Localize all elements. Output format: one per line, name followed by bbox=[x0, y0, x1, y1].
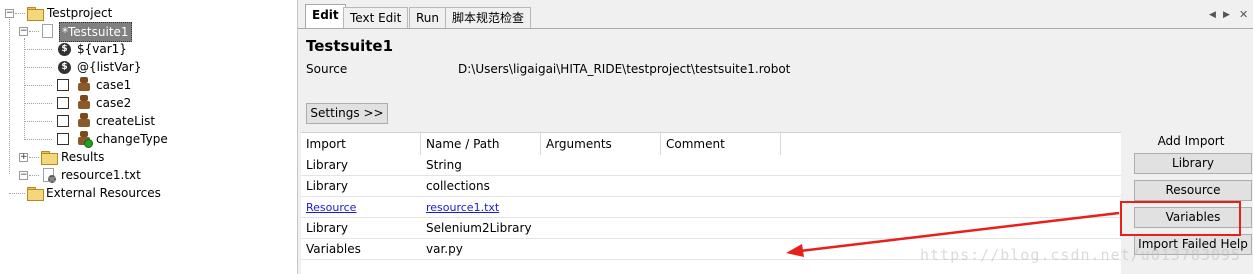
collapse-icon[interactable]: − bbox=[5, 9, 14, 18]
close-icon[interactable]: ✕ bbox=[1239, 8, 1248, 21]
tree-node-resource[interactable]: − resource1.txt bbox=[0, 166, 290, 184]
tree-item-label: changeType bbox=[96, 132, 168, 146]
watermark: https://blog.csdn.net/u013783095 bbox=[920, 246, 1241, 264]
suite-editor: Testsuite1 Source D:\Users\ligaigai\HITA… bbox=[298, 28, 1253, 274]
import-name-cell: var.py bbox=[426, 242, 463, 256]
folder-icon bbox=[41, 151, 58, 165]
tree-line bbox=[29, 175, 39, 176]
column-header: Name / Path bbox=[421, 133, 541, 155]
import-name-cell: collections bbox=[426, 179, 490, 193]
robot-icon bbox=[77, 113, 91, 128]
robot-icon bbox=[77, 95, 91, 110]
collapse-icon[interactable]: − bbox=[19, 27, 28, 36]
table-row[interactable]: Library collections bbox=[301, 176, 1121, 197]
tree-line bbox=[29, 157, 39, 158]
resource-file-icon bbox=[42, 168, 56, 183]
add-library-button[interactable]: Library bbox=[1134, 153, 1252, 174]
checkbox[interactable] bbox=[57, 97, 69, 109]
column-header: Import bbox=[301, 133, 421, 155]
collapse-icon[interactable]: − bbox=[19, 171, 28, 180]
import-type-cell: Library bbox=[306, 221, 348, 235]
import-name-cell: Selenium2Library bbox=[426, 221, 532, 235]
import-type-cell: Variables bbox=[306, 242, 361, 256]
variable-icon: $ bbox=[58, 43, 71, 56]
checkbox[interactable] bbox=[57, 79, 69, 91]
editor-pane: Edit Text Edit Run 脚本规范检查 ◀ ▶ ✕ Testsuit… bbox=[297, 0, 1253, 274]
tree-item-label: createList bbox=[96, 114, 156, 128]
tree-item-testcase[interactable]: case1 bbox=[0, 76, 290, 94]
tree-node-external[interactable]: External Resources bbox=[0, 184, 290, 202]
robot-icon bbox=[77, 77, 91, 92]
import-type-cell: Library bbox=[306, 158, 348, 172]
add-resource-button[interactable]: Resource bbox=[1134, 180, 1252, 201]
tree-node-suite[interactable]: − *Testsuite1 bbox=[0, 22, 290, 42]
tree-item-variable[interactable]: $ @{listVar} bbox=[0, 58, 290, 76]
tab-text-edit[interactable]: Text Edit bbox=[343, 7, 409, 28]
suite-label: *Testsuite1 bbox=[59, 22, 132, 42]
tree-item-label: @{listVar} bbox=[77, 60, 142, 74]
tree-line bbox=[15, 13, 25, 14]
checkbox[interactable] bbox=[57, 133, 69, 145]
tree-item-label: case2 bbox=[96, 96, 132, 110]
tree-node-project[interactable]: − Testproject bbox=[0, 4, 290, 22]
import-type-link[interactable]: Resource bbox=[301, 197, 356, 218]
add-import-title: Add Import bbox=[1157, 134, 1225, 148]
table-row[interactable]: Resource resource1.txt bbox=[301, 197, 1121, 218]
import-name-link[interactable]: resource1.txt bbox=[421, 197, 499, 218]
tree-item-label: ${var1} bbox=[77, 42, 127, 56]
settings-button[interactable]: Settings >> bbox=[306, 103, 388, 124]
column-header: Arguments bbox=[541, 133, 661, 155]
tree-node-results[interactable]: + Results bbox=[0, 148, 290, 166]
tree-item-label: Results bbox=[61, 150, 105, 164]
tree-line bbox=[29, 31, 39, 32]
column-header: Comment bbox=[661, 133, 781, 155]
tree-line bbox=[9, 193, 25, 194]
page-title: Testsuite1 bbox=[306, 37, 394, 55]
import-name-cell: String bbox=[426, 158, 462, 172]
robot-pass-icon bbox=[77, 131, 93, 148]
tree-item-testcase[interactable]: createList bbox=[0, 112, 290, 130]
table-row[interactable]: Library String bbox=[301, 155, 1121, 176]
folder-icon bbox=[27, 187, 44, 201]
source-label: Source bbox=[306, 62, 348, 76]
project-tree[interactable]: − Testproject − *Testsuite1 $ ${var1} $ … bbox=[0, 0, 293, 274]
folder-open-icon bbox=[27, 7, 44, 21]
tree-item-variable[interactable]: $ ${var1} bbox=[0, 40, 290, 58]
tab-script-check[interactable]: 脚本规范检查 bbox=[445, 7, 532, 28]
tree-item-label: case1 bbox=[96, 78, 132, 92]
tree-item-testcase[interactable]: case2 bbox=[0, 94, 290, 112]
document-icon bbox=[42, 24, 53, 38]
tree-item-label: External Resources bbox=[46, 186, 161, 200]
tab-edit[interactable]: Edit bbox=[305, 4, 346, 29]
source-path: D:\Users\ligaigai\HITA_RIDE\testproject\… bbox=[458, 62, 791, 76]
add-variables-button[interactable]: Variables bbox=[1134, 207, 1252, 228]
table-row[interactable]: Library Selenium2Library bbox=[301, 218, 1121, 239]
tab-bar: Edit Text Edit Run 脚本规范检查 ◀ ▶ ✕ bbox=[298, 4, 1253, 29]
expand-icon[interactable]: + bbox=[19, 153, 28, 162]
scroll-left-icon[interactable]: ◀ bbox=[1209, 10, 1216, 20]
checkbox[interactable] bbox=[57, 115, 69, 127]
tree-item-label: resource1.txt bbox=[61, 168, 141, 182]
import-type-cell: Library bbox=[306, 179, 348, 193]
tree-item-testcase[interactable]: changeType bbox=[0, 130, 290, 148]
tab-run[interactable]: Run bbox=[409, 7, 447, 28]
scroll-right-icon[interactable]: ▶ bbox=[1223, 10, 1230, 20]
project-label: Testproject bbox=[47, 6, 113, 20]
variable-icon: $ bbox=[58, 61, 71, 74]
